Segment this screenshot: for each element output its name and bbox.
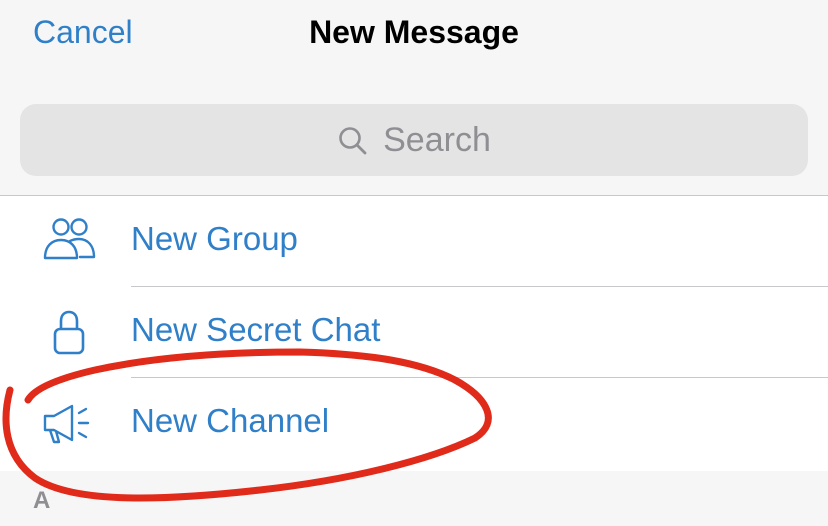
new-group-item[interactable]: New Group [0,196,828,287]
lock-icon [40,307,98,357]
navigation-header: Cancel New Message Search [0,0,828,196]
new-channel-label: New Channel [131,402,330,439]
new-group-label: New Group [131,220,298,257]
search-input[interactable]: Search [20,104,808,176]
group-icon [40,216,98,266]
search-icon [337,125,369,157]
search-placeholder: Search [383,120,491,159]
section-header: A [0,471,828,526]
section-index-letter: A [33,487,51,514]
new-message-options: New Group New Secret Chat New Channel [0,196,828,469]
new-secret-chat-item[interactable]: New Secret Chat [0,287,828,378]
new-channel-item[interactable]: New Channel [0,378,828,469]
new-secret-chat-label: New Secret Chat [131,311,381,348]
page-title: New Message [309,14,519,50]
megaphone-icon [40,398,98,448]
